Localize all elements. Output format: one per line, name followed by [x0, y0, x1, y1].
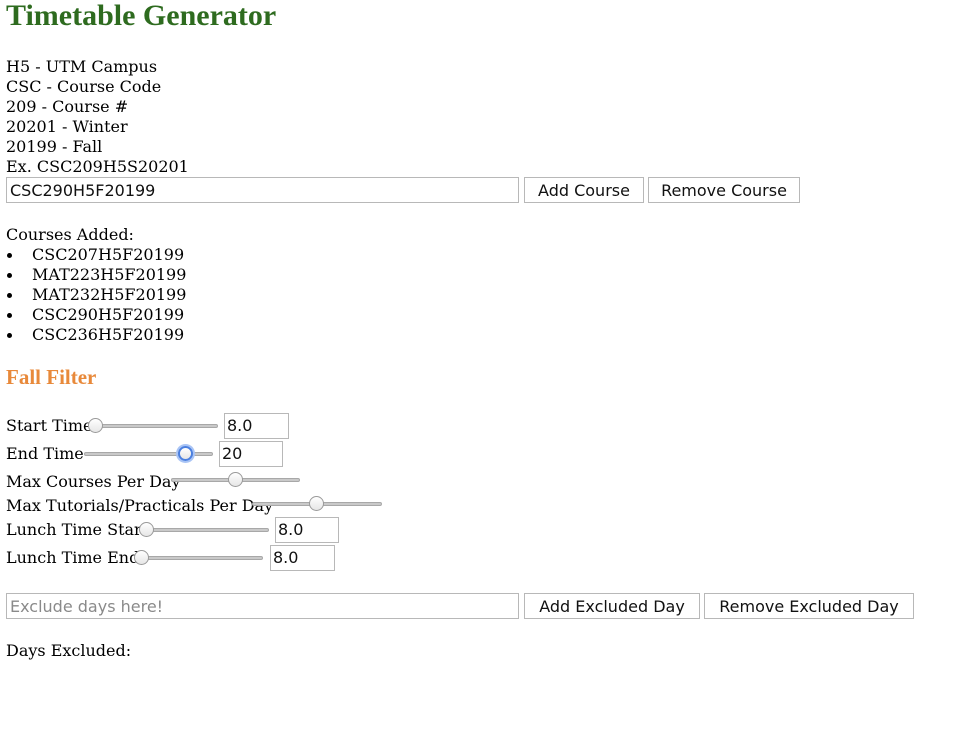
slider-thumb[interactable]: [88, 418, 103, 433]
list-item: MAT232H5F20199: [6, 285, 186, 305]
lunch-start-slider[interactable]: [139, 522, 269, 538]
slider-track: [134, 556, 263, 560]
info-line-course-number: 209 - Course #: [6, 97, 129, 116]
info-line-campus: H5 - UTM Campus: [6, 57, 158, 76]
slider-thumb[interactable]: [309, 496, 324, 511]
fall-filter-heading: Fall Filter: [6, 365, 97, 389]
page-title: Timetable Generator: [6, 0, 277, 32]
start-time-label: Start Time: [6, 416, 93, 435]
slider-track: [88, 424, 218, 428]
info-block: H5 - UTM Campus CSC - Course Code 209 - …: [6, 57, 189, 177]
days-excluded-heading: Days Excluded:: [6, 641, 132, 660]
exclude-days-input[interactable]: [6, 593, 519, 619]
slider-track: [139, 528, 269, 532]
info-line-course-code: CSC - Course Code: [6, 77, 162, 96]
list-item: CSC236H5F20199: [6, 325, 186, 345]
list-item: MAT223H5F20199: [6, 265, 186, 285]
lunch-end-label: Lunch Time End: [6, 548, 140, 567]
end-time-label: End Time: [6, 444, 84, 463]
max-courses-slider[interactable]: [171, 472, 300, 488]
max-courses-label: Max Courses Per Day: [6, 472, 181, 491]
remove-excluded-day-button[interactable]: Remove Excluded Day: [704, 593, 914, 619]
list-item: CSC290H5F20199: [6, 305, 186, 325]
max-tutorials-label: Max Tutorials/Practicals Per Day: [6, 496, 274, 515]
remove-course-button[interactable]: Remove Course: [648, 177, 800, 203]
start-time-slider[interactable]: [88, 418, 218, 434]
start-time-value[interactable]: 8.0: [224, 413, 289, 439]
end-time-value[interactable]: 20: [219, 441, 283, 467]
add-excluded-day-button[interactable]: Add Excluded Day: [524, 593, 700, 619]
end-time-slider[interactable]: [84, 446, 213, 462]
add-course-button[interactable]: Add Course: [524, 177, 644, 203]
info-line-example: Ex. CSC209H5S20201: [6, 157, 189, 176]
info-line-winter: 20201 - Winter: [6, 117, 128, 136]
lunch-start-label: Lunch Time Start: [6, 520, 149, 539]
lunch-start-value[interactable]: 8.0: [275, 517, 339, 543]
course-code-input[interactable]: [6, 177, 519, 203]
slider-thumb[interactable]: [227, 472, 243, 487]
slider-thumb[interactable]: [139, 522, 154, 537]
courses-added-heading: Courses Added:: [6, 225, 134, 244]
lunch-end-value[interactable]: 8.0: [270, 545, 335, 571]
max-tutorials-slider[interactable]: [252, 496, 382, 512]
slider-thumb[interactable]: [177, 446, 193, 461]
slider-track: [84, 452, 213, 456]
courses-list: CSC207H5F20199 MAT223H5F20199 MAT232H5F2…: [6, 245, 186, 345]
list-item: CSC207H5F20199: [6, 245, 186, 265]
slider-thumb[interactable]: [134, 550, 149, 565]
info-line-fall: 20199 - Fall: [6, 137, 103, 156]
lunch-end-slider[interactable]: [134, 550, 263, 566]
